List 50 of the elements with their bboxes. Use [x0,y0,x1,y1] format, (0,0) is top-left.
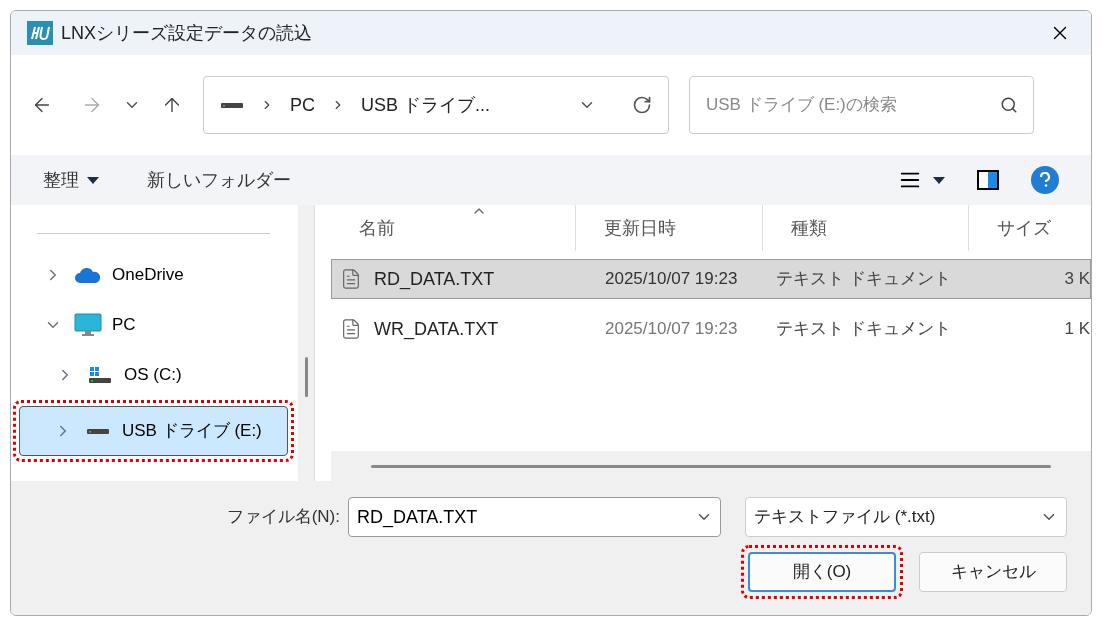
help-icon[interactable] [1031,166,1059,194]
column-header[interactable]: サイズ [969,205,1091,251]
file-name-field[interactable]: RD_DATA.TXT [348,497,721,537]
file-row[interactable]: WR_DATA.TXT 2025/10/07 19:23 テキスト ドキュメント 1 K [331,309,1091,349]
file-size: 1 K [1063,318,1090,341]
nav-item[interactable]: USB ドライブ (E:) [19,406,288,456]
column-header[interactable]: 種類 [763,205,969,251]
modified-date: 2025/10/07 19:23 [604,268,739,291]
caret-icon[interactable] [933,176,945,184]
file-name: WR_DATA.TXT [374,317,499,342]
preview-pane-icon[interactable] [977,170,999,190]
file-name: RD_DATA.TXT [374,267,495,292]
breadcrumb[interactable]: PC [290,91,315,119]
new-folder-button[interactable]: 新しいフォルダー [147,166,291,194]
drive-icon [86,427,110,435]
app-logo-icon [27,21,53,45]
search-icon [1000,96,1018,114]
address-bar[interactable]: PC USB ドライブ... [203,76,669,134]
breadcrumb[interactable]: USB ドライブ... [361,91,491,119]
monitor-icon [74,313,102,337]
file-size: 3 K [1063,268,1090,291]
nav-item[interactable]: OneDrive [21,250,286,300]
file-name-label: ファイル名(N): [226,506,340,529]
text-file-icon [340,268,362,290]
file-row[interactable]: RD_DATA.TXT 2025/10/07 19:23 テキスト ドキュメント 3 K [331,259,1091,299]
column-header[interactable]: 更新日時 [576,205,763,251]
nav-label: OS (C:) [124,364,182,387]
text-file-icon [340,318,362,340]
nav-item[interactable]: PC [21,300,286,350]
modified-date: 2025/10/07 19:23 [604,318,739,341]
dialog-button[interactable]: 開く(O) [748,552,896,592]
nav-label: PC [112,314,136,337]
system-drive-icon [88,366,112,384]
cloud-icon [74,267,102,283]
dialog-button[interactable]: キャンセル [919,552,1067,592]
file-type: テキスト ドキュメント [775,318,952,341]
horizontal-scrollbar[interactable] [331,451,1091,481]
nav-label: OneDrive [112,264,184,287]
caret-icon[interactable] [87,176,99,184]
window-title: LNXシリーズ設定データの読込 [61,21,312,45]
file-type-dropdown[interactable]: テキストファイル (*.txt) [745,497,1067,537]
drive-icon [220,101,244,109]
scrollbar[interactable] [298,205,314,481]
column-header[interactable]: 名前 [331,205,576,251]
nav-label: USB ドライブ (E:) [122,420,262,443]
refresh-icon[interactable] [632,95,652,115]
organize-button[interactable]: 整理 [43,166,99,194]
file-type: テキスト ドキュメント [775,268,952,291]
nav-item[interactable]: OS (C:) [21,350,286,400]
search-field[interactable]: USB ドライブ (E:)の検索 [689,76,1034,134]
